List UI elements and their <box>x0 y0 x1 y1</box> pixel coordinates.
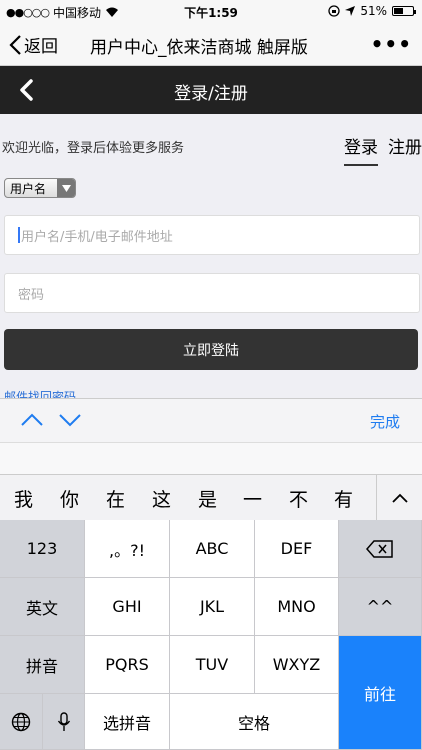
forgot-password-link[interactable]: 邮件找回密码 <box>4 384 204 398</box>
text-cursor <box>18 227 20 243</box>
back-label: 返回 <box>24 37 58 57</box>
dropdown-arrow-icon <box>57 179 75 197</box>
done-button[interactable]: 完成 <box>370 411 400 432</box>
tab-register[interactable]: 注册 <box>388 133 422 166</box>
battery-fill <box>394 8 404 14</box>
backspace-icon <box>366 539 393 558</box>
previous-field-icon[interactable] <box>20 411 44 429</box>
username-field[interactable]: 用户名/手机/电子邮件地址 <box>4 215 420 255</box>
key-english[interactable]: 英文 <box>0 578 85 636</box>
orientation-lock-icon <box>328 5 340 17</box>
browser-nav-bar: 返回 用户中心_依来洁商城 触屏版 ••• <box>0 22 422 66</box>
password-placeholder: 密码 <box>18 287 45 303</box>
page-header: 登录/注册 <box>0 66 422 114</box>
globe-icon <box>11 712 31 731</box>
key-pqrs[interactable]: PQRS <box>85 636 170 694</box>
tab-login[interactable]: 登录 <box>344 133 378 166</box>
candidate-word[interactable]: 一 <box>243 485 262 512</box>
keyboard-accessory-bar: 完成 <box>0 398 422 442</box>
location-arrow-icon <box>345 6 356 16</box>
candidate-word[interactable]: 不 <box>289 485 308 512</box>
key-pinyin[interactable]: 拼音 <box>0 636 85 694</box>
welcome-text: 欢迎光临，登录后体验更多服务 <box>2 141 185 156</box>
globe-key[interactable] <box>0 694 43 750</box>
key-def[interactable]: DEF <box>255 520 339 578</box>
keyboard-spacer <box>0 442 422 474</box>
divider <box>376 475 377 521</box>
key-tuv[interactable]: TUV <box>170 636 255 694</box>
account-type-value: 用户名 <box>10 181 47 196</box>
key-ghi[interactable]: GHI <box>85 578 170 636</box>
password-field[interactable]: 密码 <box>4 273 420 313</box>
key-punctuation[interactable]: ,。?! <box>85 520 170 578</box>
candidate-bar: 我 你 在 这 是 一 不 有 <box>0 474 422 521</box>
page-title: 用户中心_依来洁商城 触屏版 <box>90 38 308 58</box>
account-type-select[interactable]: 用户名 <box>4 178 76 198</box>
candidate-word[interactable]: 有 <box>334 485 353 512</box>
keyboard: 123 ,。?! ABC DEF 英文 GHI JKL MNO ^^ 拼音 PQ… <box>0 520 422 750</box>
next-field-icon[interactable] <box>58 411 82 429</box>
candidate-word[interactable]: 在 <box>106 485 125 512</box>
space-key[interactable]: 空格 <box>170 694 339 750</box>
username-placeholder: 用户名/手机/电子邮件地址 <box>21 229 173 245</box>
login-button[interactable]: 立即登陆 <box>4 329 418 370</box>
candidate-word[interactable]: 这 <box>152 485 171 512</box>
header-title: 登录/注册 <box>174 84 248 104</box>
key-123[interactable]: 123 <box>0 520 85 578</box>
microphone-key[interactable] <box>43 694 85 750</box>
auth-tabs: 登录 注册 <box>344 133 422 166</box>
more-menu-button[interactable]: ••• <box>371 32 412 56</box>
candidate-word[interactable]: 是 <box>198 485 217 512</box>
go-key[interactable]: 前往 <box>339 636 422 750</box>
expand-candidates-icon[interactable] <box>390 489 410 507</box>
status-bar: ●●○○○ 中国移动 下午1:59 51% <box>0 0 422 22</box>
key-mno[interactable]: MNO <box>255 578 339 636</box>
candidate-word[interactable]: 我 <box>14 485 33 512</box>
back-button[interactable]: 返回 <box>8 32 58 57</box>
backspace-key[interactable] <box>339 520 422 578</box>
battery-percent: 51% <box>360 4 387 18</box>
select-pinyin-key[interactable]: 选拼音 <box>85 694 170 750</box>
key-jkl[interactable]: JKL <box>170 578 255 636</box>
key-abc[interactable]: ABC <box>170 520 255 578</box>
microphone-icon <box>57 711 70 731</box>
chevron-left-icon <box>9 34 21 55</box>
candidate-word[interactable]: 你 <box>60 485 79 512</box>
battery-icon <box>392 6 416 16</box>
key-wxyz[interactable]: WXYZ <box>255 636 339 694</box>
emoticon-key[interactable]: ^^ <box>339 578 422 636</box>
